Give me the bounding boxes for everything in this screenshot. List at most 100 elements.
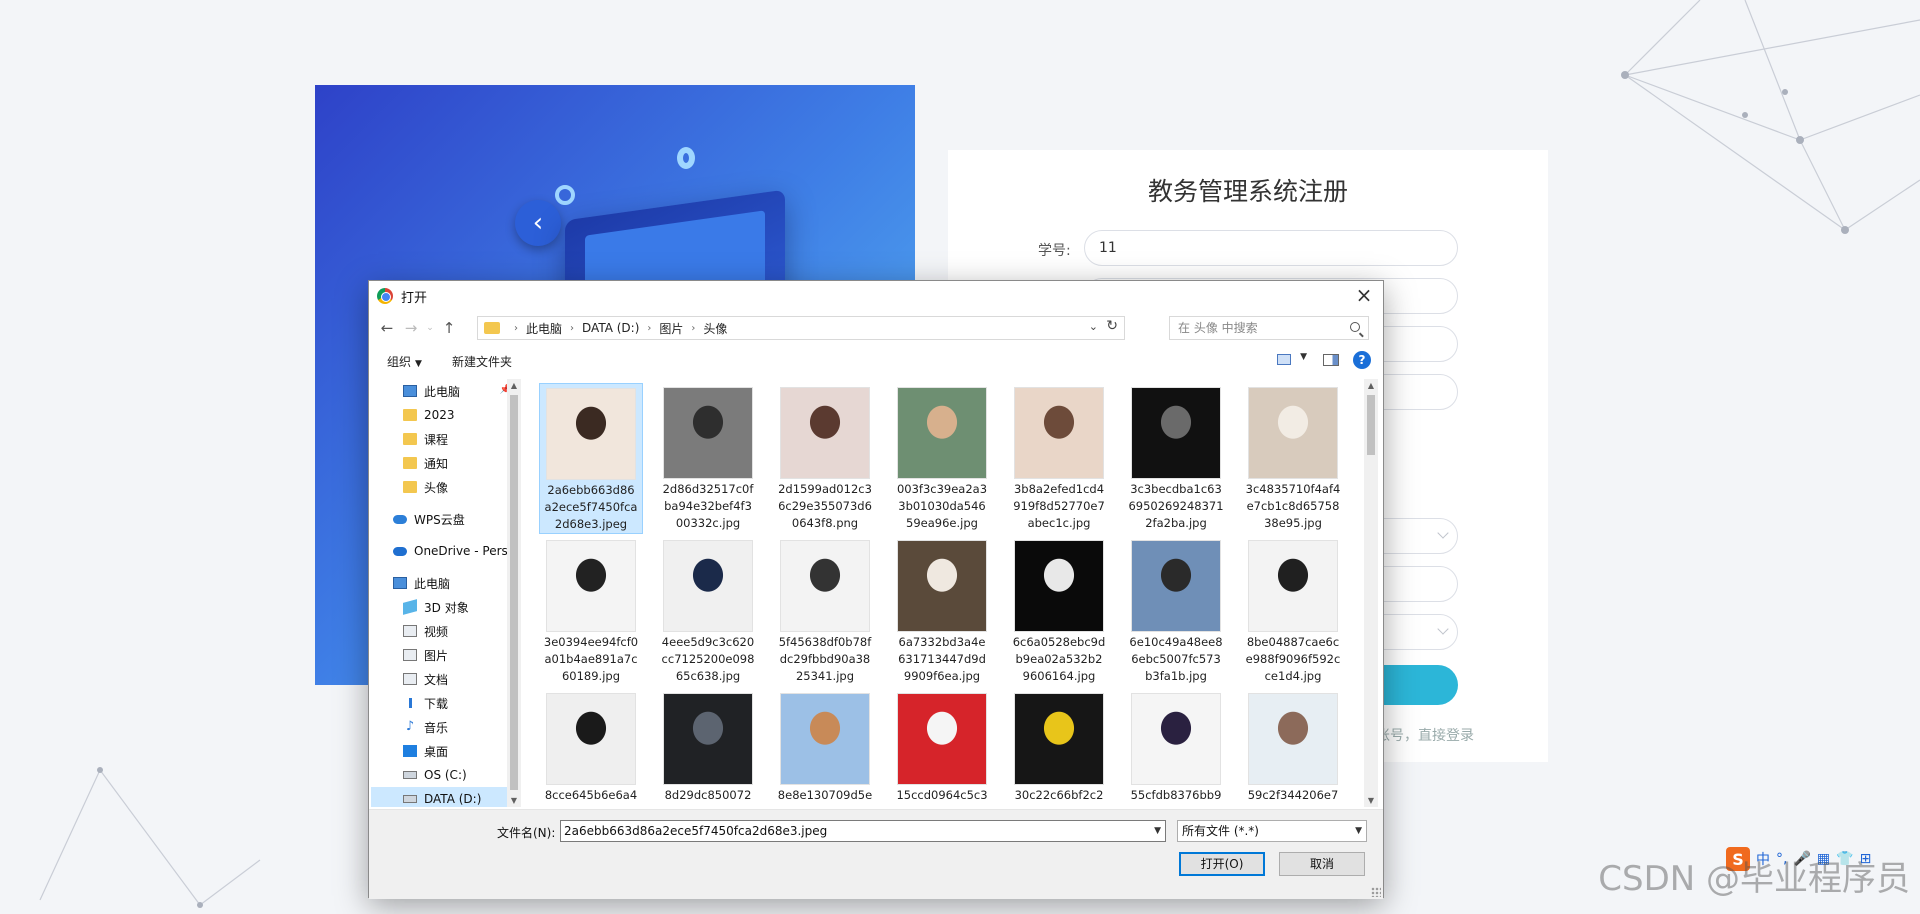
filetype-select[interactable]: 所有文件 (*.*) ▼ [1177,820,1367,842]
sidebar-item-label: DATA (D:) [424,792,482,806]
sidebar-item[interactable]: 2023 [371,403,521,427]
file-name-line: 8e8e130709d5e [777,788,873,802]
file-name-line: 4eee5d9c3c620 [661,635,755,649]
new-folder-button[interactable]: 新建文件夹 [452,353,512,370]
file-item[interactable]: 2a6ebb663d86 a2ece5f7450fca 2d68e3.jpeg [539,383,643,534]
file-item[interactable]: 59c2f344206e7 5bfcbbb39252e [1241,689,1345,807]
cancel-button[interactable]: 取消 [1279,852,1365,876]
file-item[interactable]: 30c22c66bf2c2 92bf0f3bb3414 [1007,689,1111,807]
folder-icon [403,409,417,421]
file-item[interactable]: 4eee5d9c3c620 cc7125200e098 65c638.jpg [656,536,760,685]
resize-grip-icon[interactable] [1371,887,1381,897]
file-item[interactable]: 8be04887cae6c e988f9096f592c ce1d4.jpg [1241,536,1345,685]
breadcrumb-item[interactable]: 此电脑 [526,320,562,337]
sidebar-item[interactable]: WPS云盘 [371,507,521,531]
file-item[interactable]: 15ccd0964c5c3 7abb47dd6873 [890,689,994,807]
file-name-line: dc29fbbd90a38 [779,652,871,666]
address-bar[interactable]: › 此电脑 › DATA (D:) › 图片 › 头像 ⌄ ↻ [477,316,1125,340]
sidebar-item[interactable]: 桌面 [371,739,521,763]
file-name-line: 3c3becdba1c63 [1130,482,1222,496]
chevron-down-icon [1437,623,1449,635]
sidebar-item[interactable]: 此电脑 [371,571,521,595]
register-title: 教务管理系统注册 [1147,177,1348,206]
file-name-line: 2d1599ad012c3 [778,482,872,496]
sidebar-item-label: 图片 [424,648,449,663]
organize-menu[interactable]: 组织 ▼ [387,353,422,370]
file-name-line: abec1c.jpg [1027,516,1091,530]
dialog-titlebar[interactable]: 打开 × [369,281,1383,311]
file-item[interactable]: 6c6a0528ebc9d b9ea02a532b2 9606164.jpg [1007,536,1111,685]
sidebar-scrollbar[interactable]: ▲ ▼ [507,379,521,807]
close-icon[interactable]: × [1353,285,1375,307]
file-item[interactable]: 8d29dc850072 b01e912bbc6d [656,689,760,807]
student-id-input[interactable]: 11 [1084,230,1458,266]
sidebar-item[interactable]: 此电脑 📌 [371,379,521,403]
file-item[interactable]: 8cce645b6e6a4 1df0da3842605 [539,689,643,807]
sidebar-item[interactable]: 课程 [371,427,521,451]
chevron-down-icon[interactable]: ▼ [1154,821,1161,841]
up-arrow-icon[interactable]: ↑ [437,319,461,337]
breadcrumb-item[interactable]: 头像 [703,320,727,337]
view-mode-icon[interactable] [1277,354,1291,365]
file-name-line: 8cce645b6e6a4 [544,788,638,802]
open-button[interactable]: 打开(O) [1179,852,1265,876]
sidebar-item[interactable]: ♪ 音乐 [371,715,521,739]
desktop-icon [403,745,417,757]
file-name-line: 6a7332bd3a4e [898,635,986,649]
recent-dropdown-icon[interactable]: ⌄ [423,323,437,333]
preview-pane-icon[interactable] [1323,354,1339,366]
file-name-line: 6c6a0528ebc9d [1012,635,1106,649]
file-name-line: 30c22c66bf2c2 [1014,788,1104,802]
search-input[interactable]: 在 头像 中搜索 [1169,316,1369,340]
file-thumbnail [546,693,636,785]
file-item[interactable]: 3e0394ee94fcf0 a01b4ae891a7c 60189.jpg [539,536,643,685]
sidebar-item[interactable]: 3D 对象 [371,595,521,619]
address-dropdown-icon[interactable]: ⌄ [1089,320,1098,333]
file-open-dialog: 打开 × ← → ⌄ ↑ › 此电脑 › DATA (D:) › 图片 › 头像… [368,280,1384,899]
file-item[interactable]: 3b8a2efed1cd4 919f8d52770e7 abec1c.jpg [1007,383,1111,532]
file-item[interactable]: 55cfdb8376bb9 16de877b2e7e [1124,689,1228,807]
sidebar-item[interactable]: 头像 [371,475,521,499]
sidebar-item-label: 课程 [424,432,449,447]
file-name: 2a6ebb663d86 a2ece5f7450fca 2d68e3.jpeg [540,480,642,533]
file-item[interactable]: 2d1599ad012c3 6c29e355073d6 0643f8.png [773,383,877,532]
breadcrumb-item[interactable]: 图片 [659,320,683,337]
sidebar-item[interactable]: DATA (D:) [371,787,521,807]
sidebar-item-label: 2023 [424,408,455,422]
filename-input[interactable]: 2a6ebb663d86a2ece5f7450fca2d68e3.jpeg ▼ [560,820,1166,842]
file-name-line: 6c29e355073d6 [778,499,872,513]
file-item[interactable]: 8e8e130709d5e 94a81adb85b2 [773,689,877,807]
sidebar-item[interactable]: OS (C:) [371,763,521,787]
sidebar-item[interactable]: 图片 [371,643,521,667]
sidebar-item[interactable]: 视频 [371,619,521,643]
back-arrow-icon[interactable]: ← [375,319,399,337]
folder-icon [403,457,417,469]
pc-icon [403,385,417,397]
file-item[interactable]: 6a7332bd3a4e 631713447d9d 9909f6ea.jpg [890,536,994,685]
help-icon[interactable]: ? [1353,351,1371,369]
file-item[interactable]: 5f45638df0b78f dc29fbbd90a38 25341.jpg [773,536,877,685]
file-item[interactable]: 2d86d32517c0f ba94e32bef4f3 00332c.jpg [656,383,760,532]
file-name: 5f45638df0b78f dc29fbbd90a38 25341.jpg [773,632,877,685]
breadcrumb-item[interactable]: DATA (D:) [582,321,639,335]
scrollbar-thumb[interactable] [1367,395,1375,455]
sidebar-item[interactable]: 下载 [371,691,521,715]
file-name-line: e988f9096f592c [1245,652,1341,666]
view-dropdown-icon[interactable]: ▼ [1300,352,1307,362]
files-scrollbar[interactable]: ▲ ▼ [1364,379,1378,807]
file-name-line: 2fa2ba.jpg [1145,516,1207,530]
sidebar-item-label: 此电脑 [424,384,461,399]
sidebar-item[interactable]: 文档 [371,667,521,691]
file-item[interactable]: 3c4835710f4af4 e7cb1c8d65758 38e95.jpg [1241,383,1345,532]
scrollbar-thumb[interactable] [510,395,518,790]
file-item[interactable]: 003f3c39ea2a3 3b01030da546 59ea96e.jpg [890,383,994,532]
forward-arrow-icon[interactable]: → [399,319,423,337]
sidebar-item[interactable]: OneDrive - Perso [371,539,521,563]
file-item[interactable]: 3c3becdba1c63 6950269248371 2fa2ba.jpg [1124,383,1228,532]
file-name-line: ba94e32bef4f3 [664,499,752,513]
file-name-line: 0643f8.png [791,516,859,530]
file-item[interactable]: 6e10c49a48ee8 6ebc5007fc573 b3fa1b.jpg [1124,536,1228,685]
refresh-icon[interactable]: ↻ [1106,318,1118,334]
file-thumbnail [1131,540,1221,632]
sidebar-item[interactable]: 通知 [371,451,521,475]
